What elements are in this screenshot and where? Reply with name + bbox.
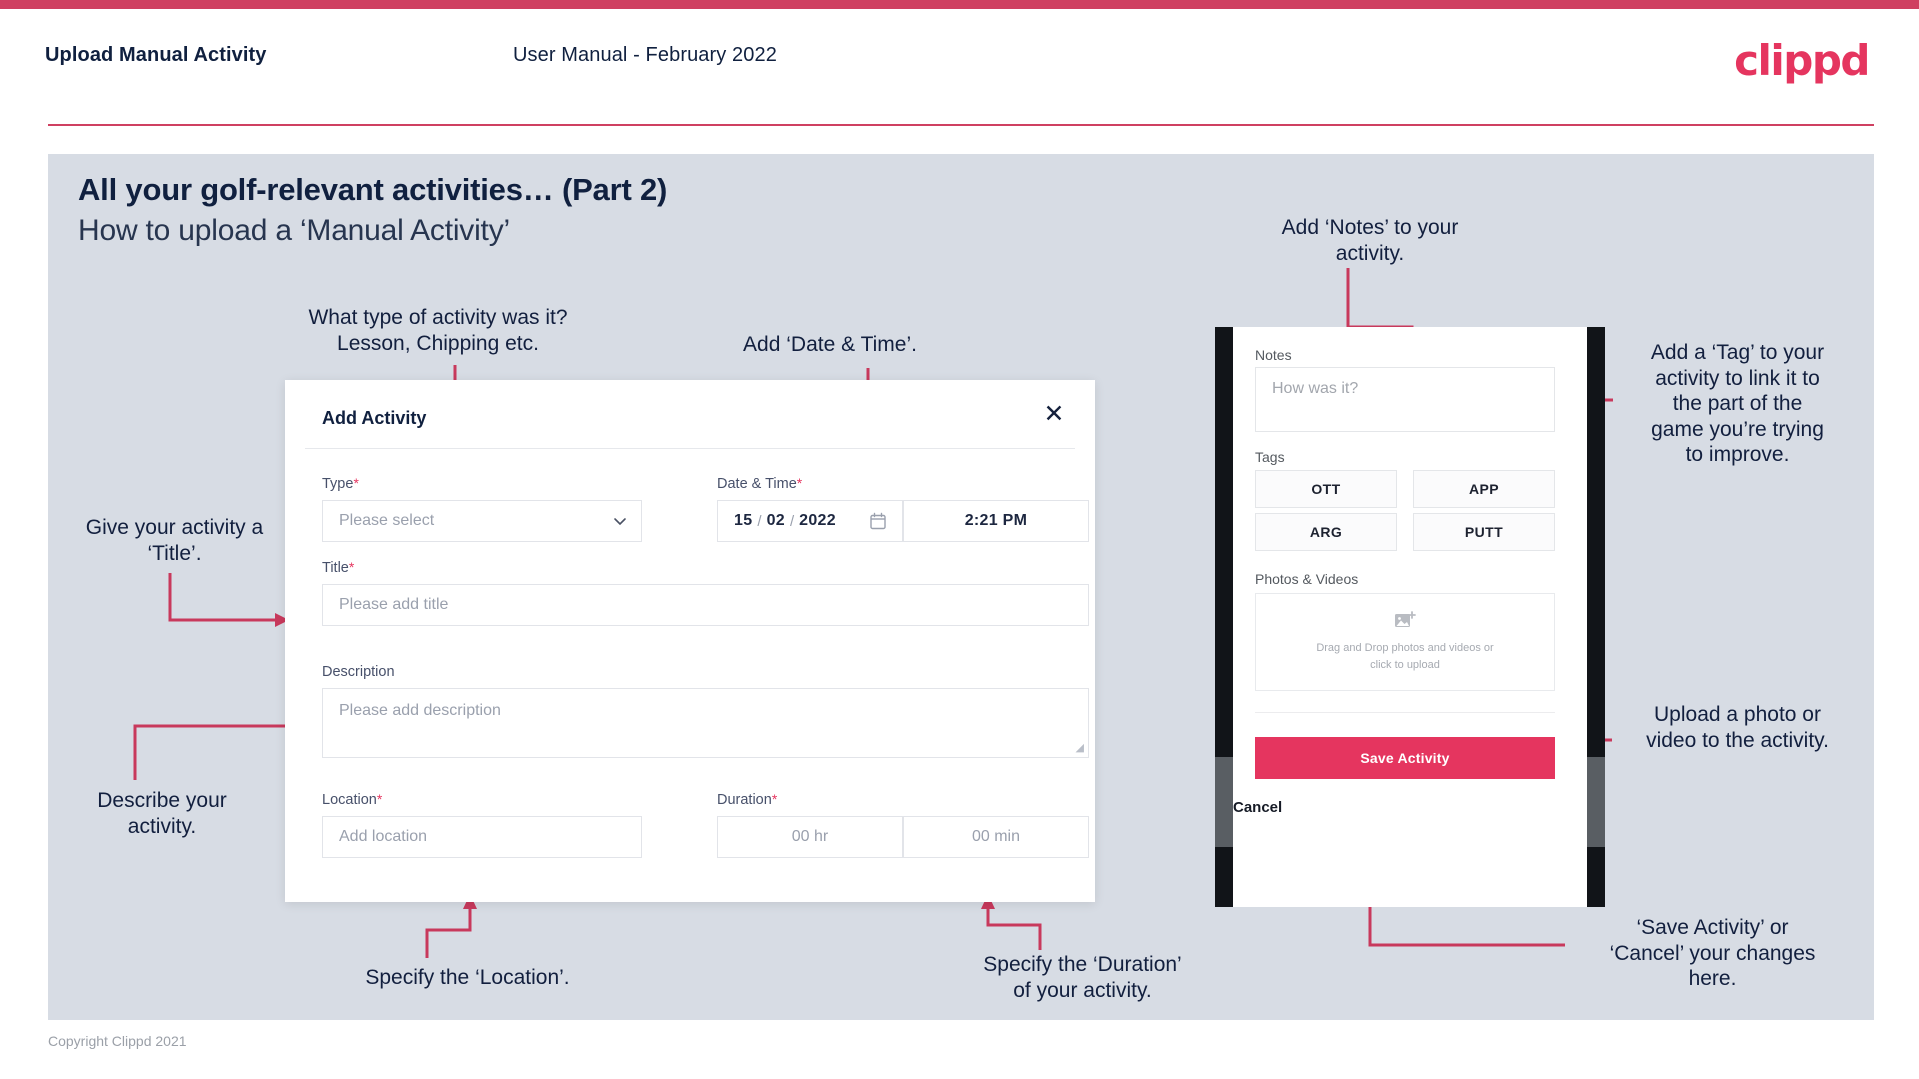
header-divider bbox=[48, 124, 1874, 126]
type-label: Type* bbox=[322, 475, 359, 492]
title-input[interactable]: Please add title bbox=[322, 584, 1089, 626]
duration-required-mark: * bbox=[771, 791, 778, 807]
location-placeholder: Add location bbox=[339, 828, 428, 845]
chevron-down-icon bbox=[614, 518, 626, 526]
title-label-text: Title bbox=[322, 560, 349, 576]
type-placeholder: Please select bbox=[339, 512, 435, 529]
duration-label-text: Duration bbox=[717, 792, 772, 808]
annotation-description: Describe your activity. bbox=[97, 789, 227, 838]
type-label-text: Type bbox=[322, 476, 354, 492]
date-sep-2: / bbox=[789, 512, 795, 530]
annotation-duration: Specify the ‘Duration’ of your activity. bbox=[983, 953, 1182, 1002]
annotation-title: Give your activity a ‘Title’. bbox=[85, 516, 264, 565]
photos-label: Photos & Videos bbox=[1255, 571, 1359, 587]
datetime-required-mark: * bbox=[796, 475, 803, 491]
phone-bezel-left-accent bbox=[1215, 757, 1233, 847]
title-label: Title* bbox=[322, 559, 354, 576]
annotation-photos: Upload a photo or video to the activity. bbox=[1646, 703, 1829, 752]
annotation-tags: Add a ‘Tag’ to your activity to link it … bbox=[1650, 341, 1825, 467]
time-input[interactable]: 2:21 PM bbox=[903, 500, 1089, 542]
location-required-mark: * bbox=[376, 791, 383, 807]
clippd-logo: clippd bbox=[1734, 36, 1870, 85]
save-activity-button[interactable]: Save Activity bbox=[1255, 737, 1555, 779]
title-required-mark: * bbox=[348, 559, 355, 575]
notes-placeholder: How was it? bbox=[1272, 380, 1359, 397]
resize-handle-icon[interactable]: ◢ bbox=[1076, 741, 1084, 754]
description-placeholder: Please add description bbox=[339, 702, 501, 719]
top-accent-bar bbox=[0, 0, 1919, 9]
phone-screen: Notes How was it? Tags OTT APP ARG PUTT … bbox=[1233, 327, 1587, 907]
date-input[interactable]: 15 / 02 / 2022 bbox=[717, 500, 903, 542]
date-day: 15 bbox=[734, 512, 753, 529]
dialog-title: Add Activity bbox=[322, 408, 427, 428]
header-left-title: Upload Manual Activity bbox=[45, 44, 267, 66]
description-label-text: Description bbox=[322, 664, 395, 680]
tag-arg[interactable]: ARG bbox=[1255, 513, 1397, 551]
tag-app[interactable]: APP bbox=[1413, 470, 1555, 508]
phone-mockup: Notes How was it? Tags OTT APP ARG PUTT … bbox=[1215, 327, 1605, 907]
phone-divider bbox=[1255, 712, 1555, 713]
annotation-datetime: Add ‘Date & Time’. bbox=[743, 333, 917, 356]
title-placeholder: Please add title bbox=[339, 596, 449, 613]
type-select[interactable]: Please select bbox=[322, 500, 642, 542]
notes-textarea[interactable]: How was it? bbox=[1255, 367, 1555, 432]
dropzone-text: Drag and Drop photos and videos or click… bbox=[1316, 642, 1494, 671]
description-label: Description bbox=[322, 663, 395, 680]
duration-hours-placeholder: 00 hr bbox=[791, 828, 829, 845]
calendar-icon[interactable] bbox=[870, 512, 886, 530]
dialog-header-divider bbox=[305, 448, 1075, 449]
tag-ott[interactable]: OTT bbox=[1255, 470, 1397, 508]
footer-copyright: Copyright Clippd 2021 bbox=[48, 1033, 187, 1049]
annotation-notes: Add ‘Notes’ to your activity. bbox=[1281, 216, 1459, 265]
duration-minutes-input[interactable]: 00 min bbox=[903, 816, 1089, 858]
location-label: Location* bbox=[322, 791, 382, 808]
annotation-type: What type of activity was it? Lesson, Ch… bbox=[308, 306, 568, 355]
close-icon[interactable]: ✕ bbox=[1039, 399, 1069, 429]
header-center-title: User Manual - February 2022 bbox=[513, 44, 777, 66]
slide-page: Upload Manual Activity User Manual - Feb… bbox=[0, 0, 1919, 1079]
duration-hours-input[interactable]: 00 hr bbox=[717, 816, 903, 858]
date-year: 2022 bbox=[799, 512, 836, 529]
duration-minutes-placeholder: 00 min bbox=[971, 828, 1021, 845]
add-image-icon bbox=[1395, 611, 1416, 627]
location-label-text: Location bbox=[322, 792, 377, 808]
tags-label: Tags bbox=[1255, 449, 1285, 465]
annotation-save-cancel: ‘Save Activity’ or ‘Cancel’ your changes… bbox=[1609, 916, 1816, 991]
description-textarea[interactable]: Please add description ◢ bbox=[322, 688, 1089, 758]
datetime-label-text: Date & Time bbox=[717, 476, 797, 492]
time-value: 2:21 PM bbox=[964, 512, 1028, 529]
photo-dropzone[interactable]: Drag and Drop photos and videos or click… bbox=[1255, 593, 1555, 691]
type-required-mark: * bbox=[353, 475, 359, 491]
duration-label: Duration* bbox=[717, 791, 777, 808]
date-sep-1: / bbox=[757, 512, 762, 530]
add-activity-dialog: Add Activity ✕ Type* Please select Date … bbox=[285, 380, 1095, 902]
datetime-label: Date & Time* bbox=[717, 475, 802, 492]
annotation-location: Specify the ‘Location’. bbox=[365, 966, 570, 989]
date-month: 02 bbox=[766, 512, 785, 529]
slide-title-primary: All your golf-relevant activities… (Part… bbox=[78, 172, 668, 207]
phone-bezel-right-accent bbox=[1587, 757, 1605, 847]
location-input[interactable]: Add location bbox=[322, 816, 642, 858]
notes-label: Notes bbox=[1255, 347, 1292, 363]
tag-putt[interactable]: PUTT bbox=[1413, 513, 1555, 551]
slide-title-secondary: How to upload a ‘Manual Activity’ bbox=[78, 214, 510, 247]
